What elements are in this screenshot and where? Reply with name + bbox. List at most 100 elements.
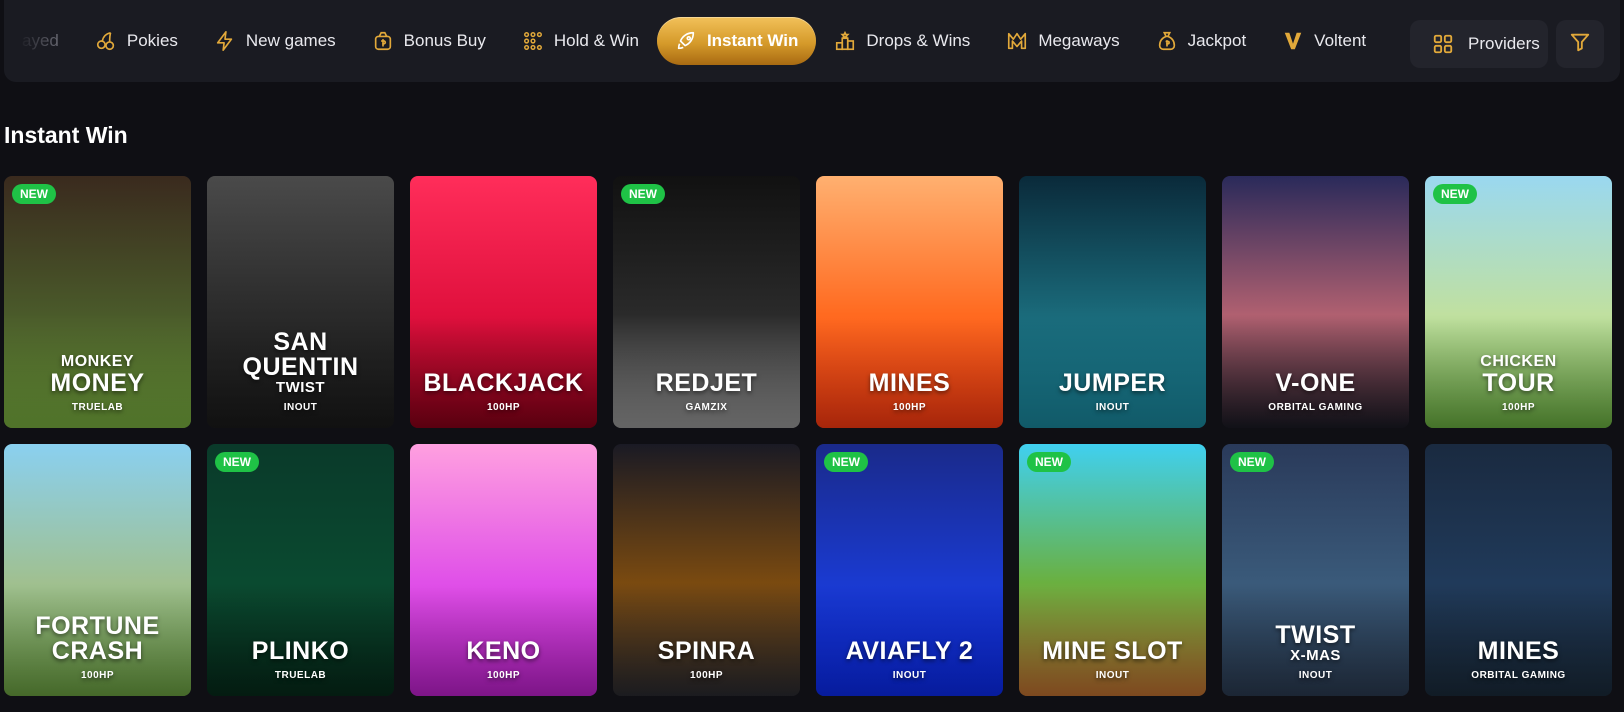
game-provider: INOUT xyxy=(1095,402,1130,413)
game-card[interactable]: FORTUNE CRASH 100HP xyxy=(4,444,191,696)
category-new-games[interactable]: New games xyxy=(196,17,354,65)
game-caption: SPINRA 100HP xyxy=(613,639,800,682)
new-badge: NEW xyxy=(12,184,56,204)
game-card[interactable]: SPINRA 100HP xyxy=(613,444,800,696)
providers-button[interactable]: Providers xyxy=(1410,20,1548,68)
game-title: MINES xyxy=(868,369,951,397)
game-card[interactable]: JUMPER INOUT xyxy=(1019,176,1206,428)
game-title: MINES xyxy=(1477,637,1560,665)
game-title: BLACKJACK xyxy=(423,369,584,397)
game-caption: PLINKO TRUELAB xyxy=(207,639,394,682)
game-provider: INOUT xyxy=(892,670,927,681)
game-card[interactable]: SAN QUENTIN TWIST INOUT xyxy=(207,176,394,428)
filter-button[interactable] xyxy=(1556,20,1604,68)
game-caption: MINE SLOT INOUT xyxy=(1019,639,1206,682)
category-label: Bonus Buy xyxy=(403,31,486,50)
providers-label: Providers xyxy=(1468,34,1540,53)
filter-icon xyxy=(1569,31,1591,58)
megaways-m-icon xyxy=(1006,30,1028,52)
cherries-icon xyxy=(95,30,117,52)
game-card[interactable]: NEW REDJET GAMZIX xyxy=(613,176,800,428)
game-title: TWIST xyxy=(1275,621,1356,649)
category-pokies[interactable]: Pokies xyxy=(77,17,196,65)
category-label: Hold & Win xyxy=(553,31,639,50)
category-voltent[interactable]: Voltent xyxy=(1264,17,1384,65)
game-card[interactable]: KENO 100HP xyxy=(410,444,597,696)
category-drops-wins[interactable]: Drops & Wins xyxy=(816,17,988,65)
game-title: SPINRA xyxy=(657,637,756,665)
category-bar: ayed Pokies New games Bonus Buy Hold & Win In… xyxy=(4,0,1620,82)
game-title: KENO xyxy=(466,637,541,665)
coin-bag-icon xyxy=(1156,30,1178,52)
category-label: New games xyxy=(245,31,336,50)
game-card[interactable]: NEW TWIST X-MAS INOUT xyxy=(1222,444,1409,696)
game-caption: FORTUNE CRASH 100HP xyxy=(4,614,191,682)
new-badge: NEW xyxy=(824,452,868,472)
section-title: Instant Win xyxy=(4,122,128,148)
game-caption: REDJET GAMZIX xyxy=(613,371,800,414)
category-label: Voltent xyxy=(1314,31,1367,50)
new-badge: NEW xyxy=(1230,452,1274,472)
category-label: ayed xyxy=(22,31,59,50)
game-title: SAN xyxy=(273,328,328,356)
game-title: MINE SLOT xyxy=(1042,637,1183,665)
new-badge: NEW xyxy=(215,452,259,472)
game-provider: ORBITAL GAMING xyxy=(1268,402,1363,413)
category-jackpot[interactable]: Jackpot xyxy=(1138,17,1265,65)
game-card[interactable]: NEW MINE SLOT INOUT xyxy=(1019,444,1206,696)
category-label: Pokies xyxy=(126,31,178,50)
voltent-v-icon xyxy=(1282,30,1304,52)
game-provider: 100HP xyxy=(892,402,927,413)
game-card[interactable]: NEW CHICKEN TOUR 100HP xyxy=(1425,176,1612,428)
category-hold-win[interactable]: Hold & Win xyxy=(504,17,657,65)
game-caption: MINES 100HP xyxy=(816,371,1003,414)
new-badge: NEW xyxy=(621,184,665,204)
category-instant-win[interactable]: Instant Win xyxy=(656,17,817,65)
podium-icon xyxy=(834,30,856,52)
money-bag-icon xyxy=(372,30,394,52)
category-megaways[interactable]: Megaways xyxy=(988,17,1137,65)
game-title: AVIAFLY 2 xyxy=(845,637,974,665)
grid-icon xyxy=(1432,33,1454,55)
game-provider: 100HP xyxy=(80,670,115,681)
game-provider: 100HP xyxy=(689,670,724,681)
game-provider: GAMZIX xyxy=(685,402,728,413)
game-title: V-ONE xyxy=(1275,369,1356,397)
dots-grid-icon xyxy=(522,30,544,52)
game-subtitle: X-MAS xyxy=(1290,647,1341,664)
game-provider: INOUT xyxy=(1298,670,1333,681)
category-label: Jackpot xyxy=(1187,31,1247,50)
category-bonus-buy[interactable]: Bonus Buy xyxy=(354,17,504,65)
game-provider: TRUELAB xyxy=(274,670,327,681)
game-provider: TRUELAB xyxy=(71,402,124,413)
game-provider: 100HP xyxy=(486,402,521,413)
game-card[interactable]: MINES ORBITAL GAMING xyxy=(1425,444,1612,696)
lightning-icon xyxy=(214,30,236,52)
game-card[interactable]: BLACKJACK 100HP xyxy=(410,176,597,428)
game-caption: MINES ORBITAL GAMING xyxy=(1425,639,1612,682)
game-caption: V-ONE ORBITAL GAMING xyxy=(1222,371,1409,414)
game-title-second: CRASH xyxy=(51,637,144,665)
game-caption: BLACKJACK 100HP xyxy=(410,371,597,414)
game-grid: NEW MONKEY MONEY TRUELAB SAN QUENTIN TWIST INOU… xyxy=(4,176,1616,696)
game-caption: MONKEY MONEY TRUELAB xyxy=(4,353,191,414)
game-card[interactable]: NEW PLINKO TRUELAB xyxy=(207,444,394,696)
game-title: PLINKO xyxy=(251,637,350,665)
game-card[interactable]: NEW AVIAFLY 2 INOUT xyxy=(816,444,1003,696)
game-caption: JUMPER INOUT xyxy=(1019,371,1206,414)
category-ayed[interactable]: ayed xyxy=(18,17,77,65)
category-label: Instant Win xyxy=(706,31,799,50)
game-card[interactable]: MINES 100HP xyxy=(816,176,1003,428)
new-badge: NEW xyxy=(1433,184,1477,204)
category-label: Megaways xyxy=(1038,31,1120,50)
game-card[interactable]: NEW MONKEY MONEY TRUELAB xyxy=(4,176,191,428)
category-scroller[interactable]: ayed Pokies New games Bonus Buy Hold & Win In… xyxy=(18,0,1397,82)
game-caption: CHICKEN TOUR 100HP xyxy=(1425,353,1612,414)
game-title: JUMPER xyxy=(1058,369,1167,397)
game-caption: TWIST X-MAS INOUT xyxy=(1222,623,1409,682)
game-caption: AVIAFLY 2 INOUT xyxy=(816,639,1003,682)
game-card[interactable]: V-ONE ORBITAL GAMING xyxy=(1222,176,1409,428)
category-fortu[interactable]: Fortu xyxy=(1384,17,1397,65)
game-title: TOUR xyxy=(1482,369,1555,397)
game-provider: 100HP xyxy=(486,670,521,681)
